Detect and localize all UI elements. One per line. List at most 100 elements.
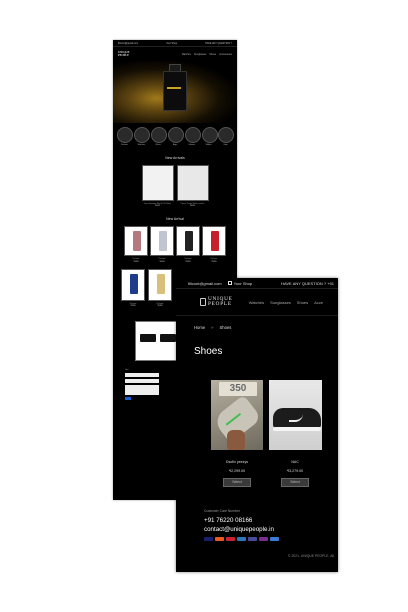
maestro-icon [226,537,235,541]
shop-icon [227,281,232,285]
new-arrival-heading: New Arrival [166,217,184,222]
category-item[interactable]: Shoes [151,127,168,146]
page-title: Shoes [194,346,223,357]
category-label: Caps [223,144,228,146]
support-phone[interactable]: +91 76220 08166 [204,517,338,524]
product-price: ₹2499 [157,305,163,308]
product-image [202,226,226,257]
logo-icon [200,298,206,306]
category-item[interactable]: Watches [134,127,151,146]
category-image [201,127,218,143]
home-nav-item[interactable]: Sunglasses [194,53,206,56]
product-card[interactable]: Perfume ₹2499 [148,268,172,308]
sneaker-stripe [225,412,242,426]
category-item[interactable]: Caps [218,127,235,146]
breadcrumb-home[interactable]: Home [194,325,205,332]
topbar-email[interactable]: fillcont@gmail.com [188,281,222,286]
support-label: Customer Care Number [204,509,240,513]
form-email-field[interactable] [125,379,159,384]
product-price: ₹4999 [154,205,161,208]
logo-line2: PEOPLE [208,301,232,307]
category-label: Shoes [155,144,161,146]
home-nav-item[interactable]: Watches [182,53,191,56]
category-image [117,127,134,143]
bottle-graphic [130,273,138,294]
sneaker-sole [273,427,321,431]
mastercard-icon [215,537,224,541]
visa-icon [204,537,213,541]
category-item[interactable]: Perfume [117,127,134,146]
shoes-page-screenshot: fillcont@gmail.com Your Shop HAVE ANY QU… [176,278,338,572]
new-arrivals-grid: Gucci Hombres Watch 140 Tables ₹4999 Cla… [113,165,237,207]
topbar: fillcont@gmail.com Your Shop HAVE ANY QU… [176,278,338,289]
hand-graphic [227,430,245,450]
form-message-field[interactable] [125,385,159,396]
swoosh-icon [289,414,303,422]
category-label: Wallets [205,144,212,146]
category-item[interactable]: Glasses [184,127,201,146]
product-price: ₹2499 [211,260,217,263]
category-label: Watches [137,144,145,146]
menu-item-sunglasses[interactable]: Sunglasses [270,300,291,305]
product-card[interactable]: Perfume ₹2499 [124,226,148,263]
breadcrumb: Home » Shoes [176,316,338,332]
menu-item-accessories[interactable]: Acce [314,300,323,305]
product-price: ₹2499 [133,260,139,263]
menu-item-shoes[interactable]: Shoes [297,300,308,305]
category-image [167,127,184,143]
menu-item-watches[interactable]: Watches [249,300,264,305]
product-image-nike[interactable] [269,380,322,450]
product-price: ₹2499 [159,260,165,263]
product-name[interactable]: NAC [269,460,321,464]
product-card[interactable]: Perfume ₹2499 [150,226,174,263]
topbar-shop-label: Your Shop [233,280,253,286]
hero-banner[interactable] [113,61,237,123]
category-image [218,127,235,143]
category-image [184,127,201,143]
product-card[interactable]: Perfume ₹2499 [202,226,226,263]
support-email[interactable]: contact@uniquepeople.in [204,526,338,533]
perfume-label-graphic [167,87,181,89]
category-item[interactable]: Wallets [201,127,218,146]
new-arrivals-heading: New Arrivals [165,156,185,160]
category-label: Glasses [188,144,196,146]
payment-icons [204,537,338,541]
home-nav-item[interactable]: Accessories [219,53,232,56]
truck-icon [140,334,156,343]
category-image [134,127,151,143]
category-label: Perfume [121,144,128,146]
rupay-icon [248,537,257,541]
product-image-yeezy[interactable]: 350 [211,380,263,450]
form-name-field[interactable] [125,373,159,378]
home-nav: UNIQUE PEOPLE Watches Sunglasses Shoes A… [113,47,237,61]
category-item[interactable]: Bags [167,127,184,146]
upi-icon [270,537,279,541]
product-image [124,226,148,257]
category-row: Perfume Watches Shoes Bags Glasses Walle… [113,123,237,146]
bottle-graphic [159,231,167,252]
select-button[interactable]: Select [281,478,309,487]
home-logo[interactable]: UNIQUE PEOPLE [118,51,130,57]
product-name[interactable]: Dsoflx yeezys [211,460,263,464]
product-card[interactable]: Gucci Hombres Watch 140 Tables ₹4999 [141,165,174,208]
product-grid: 350 Dsoflx yeezys ₹2,299.00 Select NAC ₹… [211,380,338,487]
paypal-icon [259,537,268,541]
product-card[interactable]: Classic Cartier Watch Leather ₹4999 [176,165,209,207]
main-menu: Watches Sunglasses Shoes Acce [249,300,323,305]
product-card[interactable]: Perfume ₹2499 [121,268,145,307]
form-send-button[interactable] [125,397,131,401]
topbar-shop-link[interactable]: Your Shop [227,280,253,286]
product-price: ₹2499 [185,260,191,263]
select-button[interactable]: Select [223,478,251,487]
home-nav-item[interactable]: Shoes [209,53,216,56]
home-topbar-email[interactable]: fillcont@gmail.com [118,42,138,45]
product-card[interactable]: Perfume ₹2499 [176,226,200,263]
site-logo[interactable]: UNIQUE PEOPLE [200,296,233,307]
home-topbar: fillcont@gmail.com Your Shop HAVE ANY QU… [113,40,237,47]
logo-text: UNIQUE PEOPLE [208,296,233,307]
product-card[interactable]: NAC ₹3,279.00 Select [269,380,322,487]
bottle-graphic [185,231,193,252]
copyright: © 2021, UNIQUE PEOPLE. All [288,554,335,558]
home-topbar-shop[interactable]: Your Shop [166,42,177,45]
product-card[interactable]: 350 Dsoflx yeezys ₹2,299.00 Select [211,380,263,487]
